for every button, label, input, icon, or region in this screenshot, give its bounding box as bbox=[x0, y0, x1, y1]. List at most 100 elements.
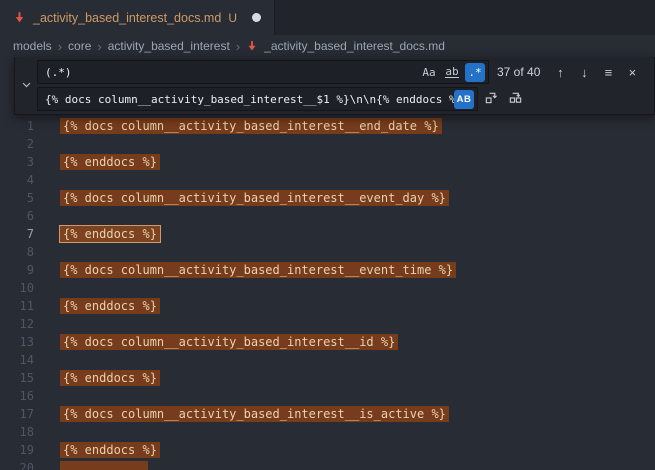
line-content[interactable]: {% enddocs %} bbox=[60, 227, 160, 241]
find-input[interactable]: (.*) Aa ab .* bbox=[37, 60, 489, 84]
chevron-right-icon: › bbox=[58, 39, 62, 54]
breadcrumb-item-core[interactable]: core bbox=[68, 39, 91, 53]
line-number: 12 bbox=[0, 317, 34, 331]
line-number: 1 bbox=[0, 119, 34, 133]
line-content[interactable]: {% enddocs %} bbox=[60, 443, 160, 457]
line-number: 14 bbox=[0, 353, 34, 367]
code-line[interactable]: 10 bbox=[0, 279, 655, 297]
modified-indicator[interactable] bbox=[252, 13, 261, 22]
find-in-selection-button[interactable]: ≡ bbox=[597, 61, 619, 83]
tab-bar: _activity_based_interest_docs.md U bbox=[0, 0, 655, 35]
find-match bbox=[60, 461, 148, 470]
replace-input[interactable]: {% docs column__activity_based_interest_… bbox=[37, 87, 478, 111]
code-line[interactable]: 17 {% docs column__activity_based_interes… bbox=[0, 405, 655, 423]
line-number: 13 bbox=[0, 335, 34, 349]
line-content[interactable]: {% docs column__activity_based_interest_… bbox=[60, 119, 442, 133]
find-match-current: {% enddocs %} bbox=[60, 226, 160, 242]
code-line[interactable]: 7 {% enddocs %} bbox=[0, 225, 655, 243]
code-line[interactable]: 14 bbox=[0, 351, 655, 369]
replace-value-text: {% docs column__activity_based_interest_… bbox=[45, 93, 454, 106]
replace-button[interactable] bbox=[480, 88, 502, 110]
git-status-badge: U bbox=[228, 11, 237, 25]
find-match: {% docs column__activity_based_interest_… bbox=[60, 118, 442, 134]
preserve-case-toggle[interactable]: AB bbox=[454, 90, 474, 109]
next-match-button[interactable]: ↓ bbox=[573, 61, 595, 83]
replace-all-button[interactable] bbox=[504, 88, 526, 110]
code-line[interactable]: 4 bbox=[0, 171, 655, 189]
vscode-window: { "tab": { "filename": "_activity_based_… bbox=[0, 0, 655, 470]
line-content[interactable]: {% docs column__activity_based_interest_… bbox=[60, 407, 449, 421]
line-number: 6 bbox=[0, 209, 34, 223]
line-number: 11 bbox=[0, 299, 34, 313]
regex-toggle[interactable]: .* bbox=[465, 63, 485, 82]
replace-all-icon bbox=[508, 90, 523, 108]
find-match: {% docs column__activity_based_interest_… bbox=[60, 190, 449, 206]
line-number: 8 bbox=[0, 245, 34, 259]
chevron-down-icon bbox=[21, 77, 32, 95]
find-query-text: (.*) bbox=[45, 66, 72, 79]
code-line[interactable]: 5 {% docs column__activity_based_interest… bbox=[0, 189, 655, 207]
line-number: 19 bbox=[0, 443, 34, 457]
code-line[interactable]: 3 {% enddocs %} bbox=[0, 153, 655, 171]
line-content[interactable] bbox=[60, 461, 148, 470]
code-line[interactable]: 15 {% enddocs %} bbox=[0, 369, 655, 387]
line-number: 3 bbox=[0, 155, 34, 169]
line-content[interactable]: {% enddocs %} bbox=[60, 371, 160, 385]
find-match: {% enddocs %} bbox=[60, 298, 160, 314]
code-line[interactable]: 19 {% enddocs %} bbox=[0, 441, 655, 459]
find-match: {% enddocs %} bbox=[60, 442, 160, 458]
code-line[interactable]: 6 bbox=[0, 207, 655, 225]
markdown-file-icon bbox=[246, 40, 258, 52]
breadcrumb: models › core › activity_based_interest … bbox=[0, 35, 655, 57]
toggle-replace-button[interactable] bbox=[15, 60, 37, 111]
line-content[interactable]: {% docs column__activity_based_interest_… bbox=[60, 191, 449, 205]
close-find-button[interactable]: × bbox=[621, 61, 643, 83]
code-line[interactable]: 20 bbox=[0, 459, 655, 470]
line-number: 5 bbox=[0, 191, 34, 205]
line-content[interactable]: {% enddocs %} bbox=[60, 155, 160, 169]
code-line[interactable]: 13 {% docs column__activity_based_interes… bbox=[0, 333, 655, 351]
find-match: {% docs column__activity_based_interest_… bbox=[60, 262, 456, 278]
line-number: 20 bbox=[0, 461, 34, 470]
whole-word-toggle[interactable]: ab bbox=[442, 63, 462, 82]
code-line[interactable]: 16 bbox=[0, 387, 655, 405]
find-replace-widget: (.*) Aa ab .* 37 of 40 ↑ ↓ ≡ × {% docs c… bbox=[14, 57, 655, 115]
code-lines: 1 {% docs column__activity_based_interest… bbox=[0, 57, 655, 470]
line-number: 15 bbox=[0, 371, 34, 385]
find-row: (.*) Aa ab .* 37 of 40 ↑ ↓ ≡ × bbox=[37, 60, 650, 84]
editor-tab[interactable]: _activity_based_interest_docs.md U bbox=[0, 0, 275, 35]
line-content[interactable]: {% docs column__activity_based_interest_… bbox=[60, 263, 456, 277]
find-match: {% enddocs %} bbox=[60, 154, 160, 170]
breadcrumb-item-models[interactable]: models bbox=[13, 39, 52, 53]
line-number: 7 bbox=[0, 227, 34, 241]
line-number: 18 bbox=[0, 425, 34, 439]
code-line[interactable]: 1 {% docs column__activity_based_interest… bbox=[0, 117, 655, 135]
match-count: 37 of 40 bbox=[497, 65, 540, 79]
line-content[interactable]: {% enddocs %} bbox=[60, 299, 160, 313]
line-content[interactable]: {% docs column__activity_based_interest_… bbox=[60, 335, 398, 349]
markdown-file-icon bbox=[13, 11, 26, 24]
code-line[interactable]: 11 {% enddocs %} bbox=[0, 297, 655, 315]
find-match: {% docs column__activity_based_interest_… bbox=[60, 334, 398, 350]
replace-icon bbox=[484, 90, 499, 108]
code-line[interactable]: 2 bbox=[0, 135, 655, 153]
line-number: 16 bbox=[0, 389, 34, 403]
code-line[interactable]: 12 bbox=[0, 315, 655, 333]
chevron-right-icon: › bbox=[236, 39, 240, 54]
breadcrumb-item-folder[interactable]: activity_based_interest bbox=[108, 39, 230, 53]
tab-filename: _activity_based_interest_docs.md bbox=[33, 11, 221, 25]
find-match: {% docs column__activity_based_interest_… bbox=[60, 406, 449, 422]
code-line[interactable]: 9 {% docs column__activity_based_interest… bbox=[0, 261, 655, 279]
chevron-right-icon: › bbox=[97, 39, 101, 54]
code-line[interactable]: 18 bbox=[0, 423, 655, 441]
line-number: 2 bbox=[0, 137, 34, 151]
find-match: {% enddocs %} bbox=[60, 370, 160, 386]
match-case-toggle[interactable]: Aa bbox=[419, 63, 439, 82]
previous-match-button[interactable]: ↑ bbox=[549, 61, 571, 83]
breadcrumb-item-file[interactable]: _activity_based_interest_docs.md bbox=[264, 39, 445, 53]
line-number: 4 bbox=[0, 173, 34, 187]
line-number: 17 bbox=[0, 407, 34, 421]
line-number: 9 bbox=[0, 263, 34, 277]
find-options: Aa ab .* bbox=[419, 63, 485, 82]
code-line[interactable]: 8 bbox=[0, 243, 655, 261]
